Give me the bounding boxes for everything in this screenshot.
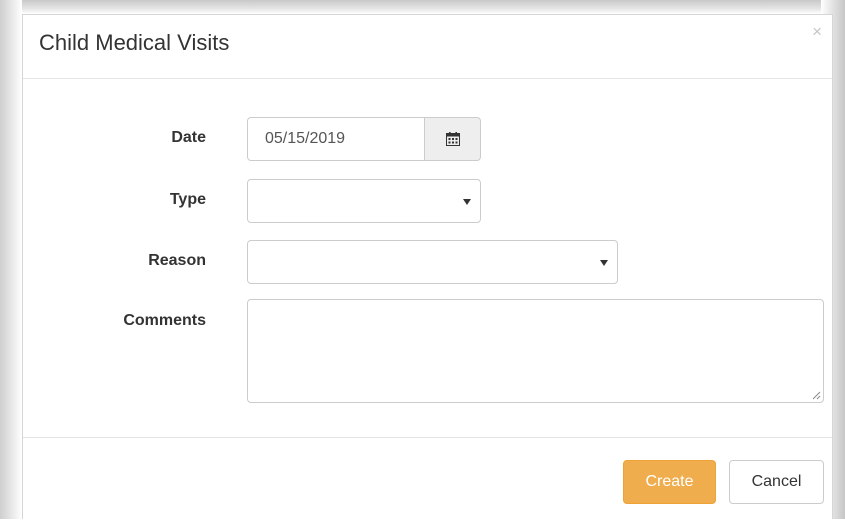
type-label: Type — [169, 191, 206, 208]
reason-select[interactable] — [247, 240, 618, 284]
comments-label: Comments — [123, 312, 206, 329]
backdrop-shadow-top — [0, 0, 845, 14]
calendar-button[interactable] — [424, 117, 481, 161]
close-icon[interactable]: × — [812, 23, 822, 40]
chevron-down-icon — [463, 199, 471, 205]
comments-textarea[interactable] — [247, 299, 824, 403]
date-label: Date — [171, 129, 206, 146]
type-select[interactable] — [247, 179, 481, 223]
reason-label: Reason — [148, 252, 206, 269]
create-button[interactable]: Create — [623, 460, 716, 504]
child-medical-visits-dialog: Child Medical Visits × Date 05/15/2019 T… — [22, 14, 833, 519]
dialog-header: Child Medical Visits × — [23, 15, 832, 79]
calendar-icon — [445, 132, 460, 146]
cancel-button[interactable]: Cancel — [729, 460, 824, 504]
dialog-title: Child Medical Visits — [39, 30, 230, 55]
date-input[interactable]: 05/15/2019 — [247, 117, 425, 161]
backdrop-shadow-left — [0, 0, 22, 519]
resize-handle-icon[interactable] — [811, 390, 821, 400]
chevron-down-icon — [600, 260, 608, 266]
dialog-footer: Create Cancel — [23, 437, 832, 520]
